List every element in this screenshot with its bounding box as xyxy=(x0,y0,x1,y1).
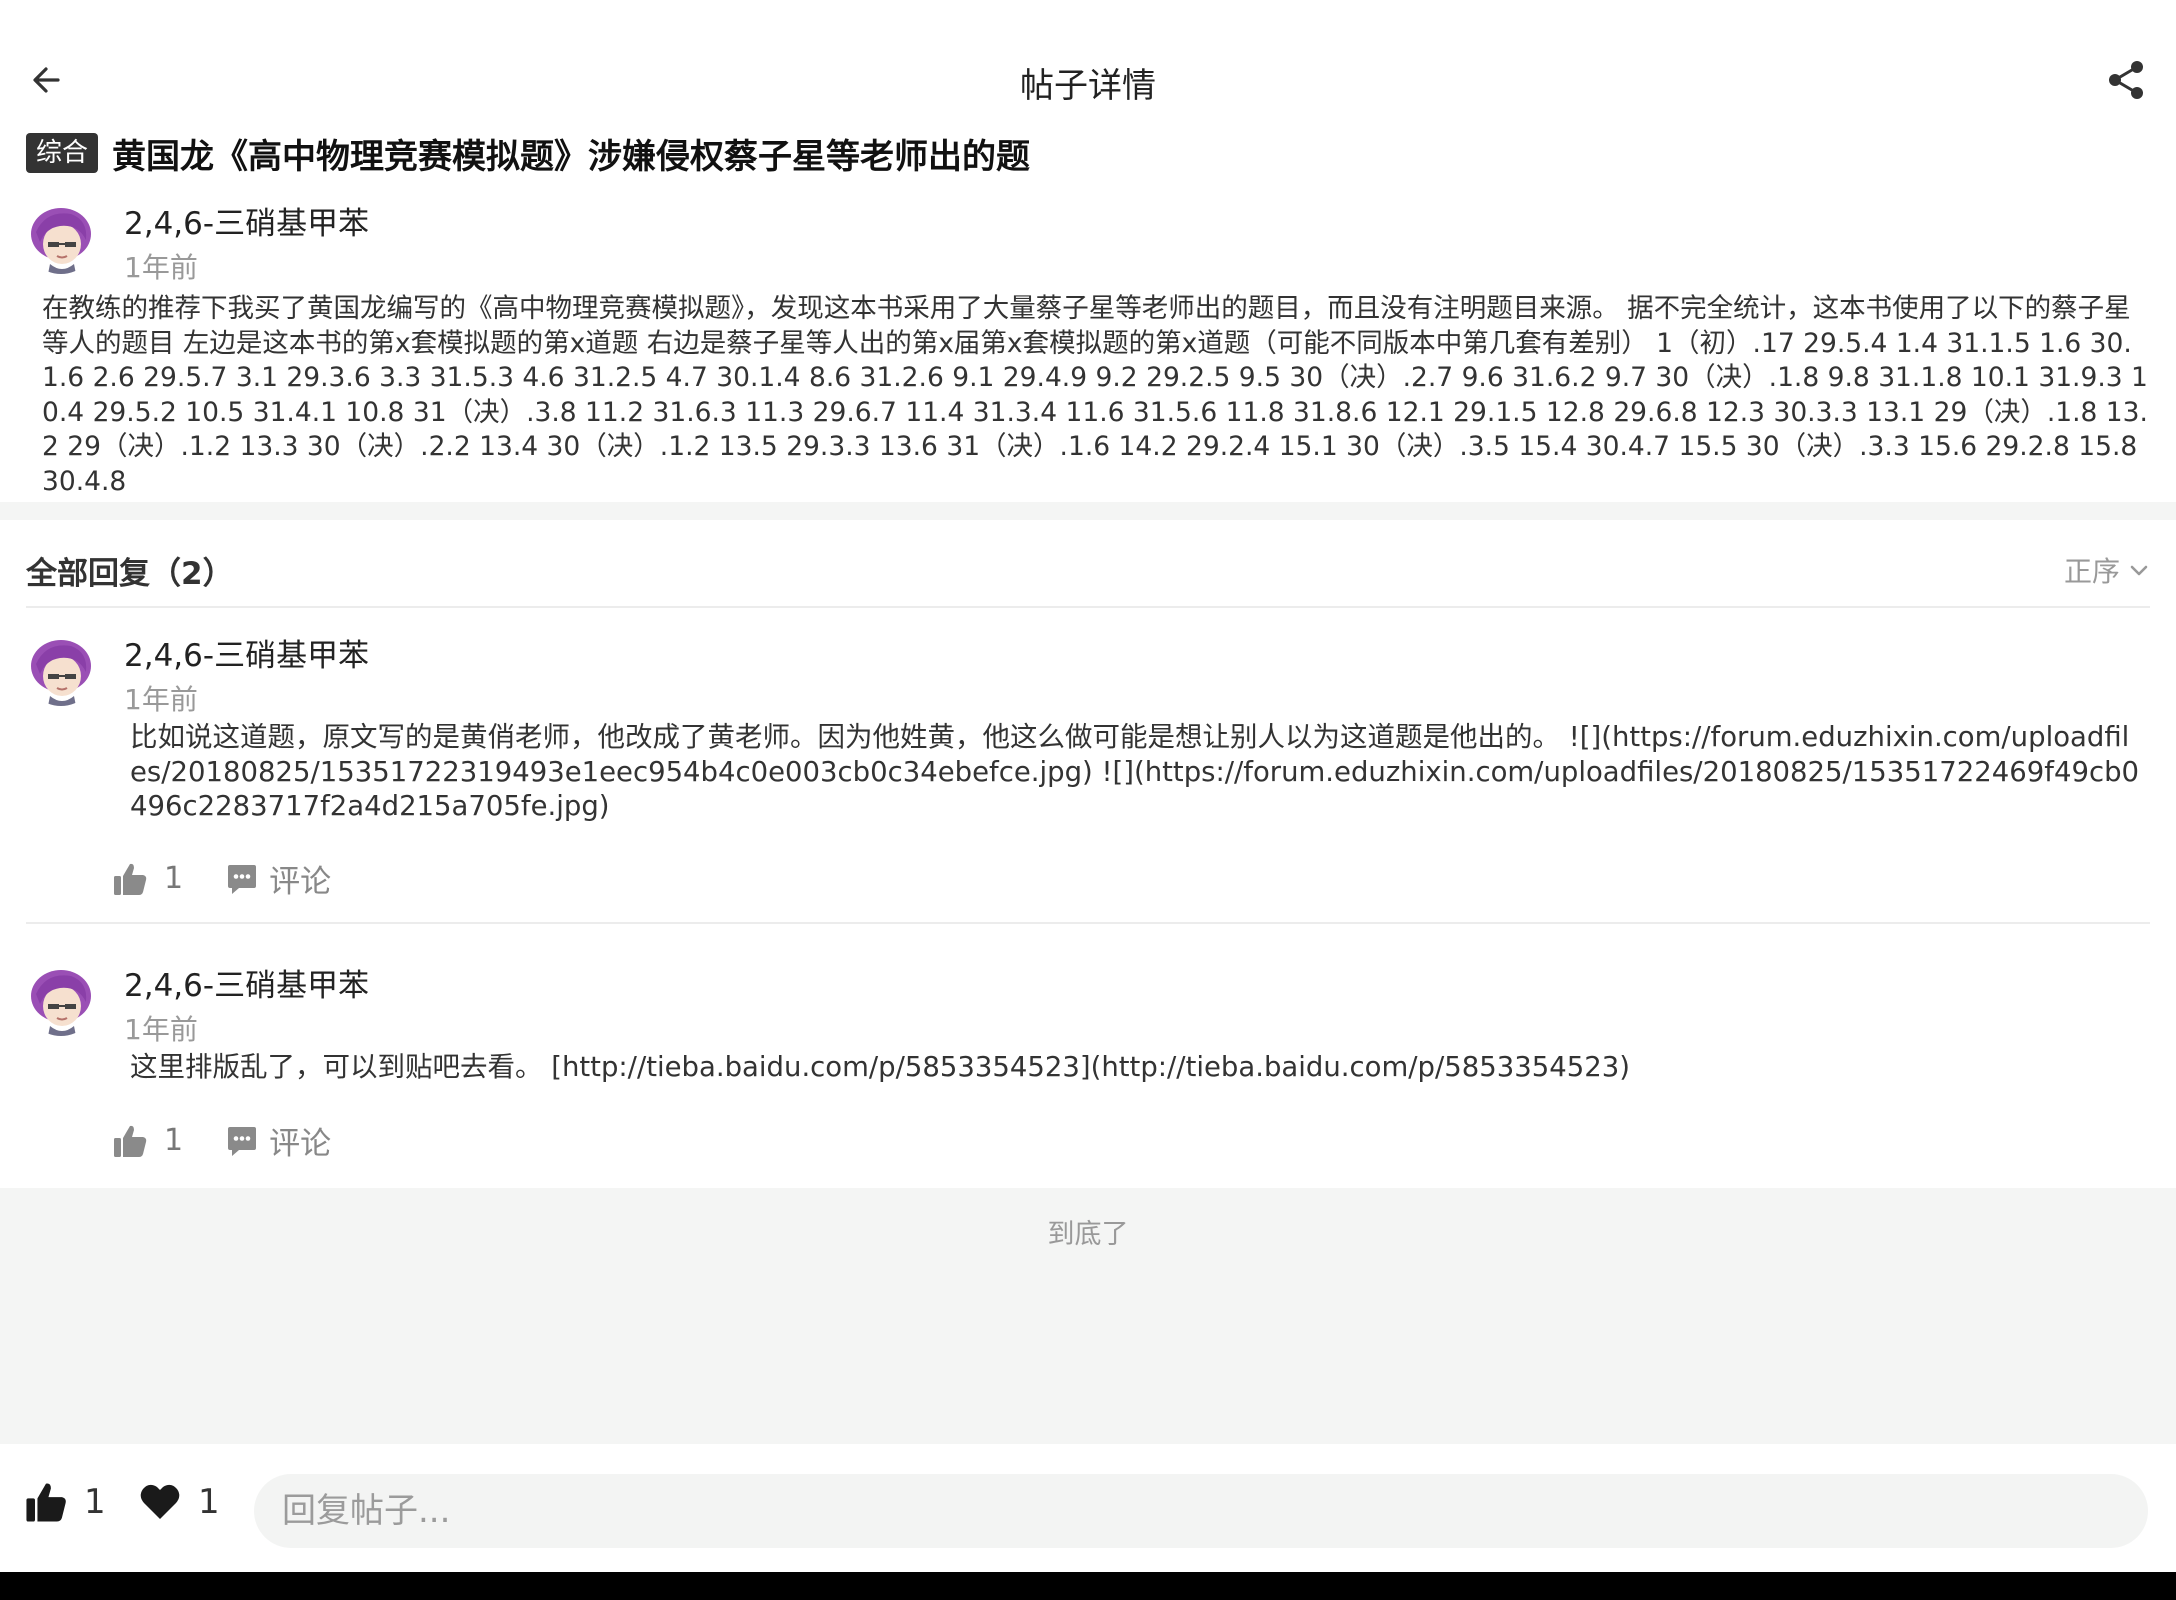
thumbs-up-icon xyxy=(114,863,147,895)
post-author[interactable]: 2,4,6-三硝基甲苯 1年前 xyxy=(26,204,369,288)
comment-bubble-icon xyxy=(228,1126,257,1156)
section-divider xyxy=(0,502,2176,520)
thumbs-up-icon xyxy=(114,1125,147,1157)
author-name[interactable]: 2,4,6-三硝基甲苯 xyxy=(124,204,369,244)
post-like-count: 1 xyxy=(84,1482,106,1522)
share-button[interactable] xyxy=(2104,58,2148,102)
chevron-down-icon xyxy=(2130,565,2148,576)
favorite-count: 1 xyxy=(198,1482,220,1522)
comment-label: 评论 xyxy=(269,864,332,900)
like-count: 1 xyxy=(164,1123,184,1158)
reply-author[interactable]: 2,4,6-三硝基甲苯 1年前 xyxy=(26,636,369,720)
post-title: 黄国龙《高中物理竞赛模拟题》涉嫌侵权蔡子星等老师出的题 xyxy=(112,136,1031,177)
avatar[interactable] xyxy=(26,636,96,706)
avatar-image-icon xyxy=(26,636,96,706)
divider xyxy=(26,606,2150,608)
like-button[interactable]: 1 xyxy=(112,1123,183,1159)
comment-bubble-icon xyxy=(228,864,257,894)
author-name[interactable]: 2,4,6-三硝基甲苯 xyxy=(124,966,369,1006)
divider xyxy=(26,922,2150,924)
system-navigation-bar xyxy=(0,1572,2176,1600)
avatar[interactable] xyxy=(26,204,96,274)
reply-author[interactable]: 2,4,6-三硝基甲苯 1年前 xyxy=(26,966,369,1050)
reply-time: 1年前 xyxy=(124,1013,198,1046)
reply-content: 这里排版乱了，可以到贴吧去看。 [http://tieba.baidu.com/… xyxy=(130,1051,1630,1083)
replies-count-label: 全部回复（2） xyxy=(26,555,234,592)
post-like-button[interactable]: 1 xyxy=(24,1480,106,1524)
replies-header: 全部回复（2） 正序 xyxy=(26,534,2150,606)
reply-time: 1年前 xyxy=(124,683,198,716)
reply-actions: 1 评论 xyxy=(112,1118,331,1163)
bottom-action-bar: 1 1 xyxy=(0,1444,2176,1572)
reply-actions: 1 评论 xyxy=(112,856,331,901)
sort-order-label: 正序 xyxy=(2063,555,2120,588)
comment-button[interactable]: 评论 xyxy=(225,1118,331,1163)
like-button[interactable]: 1 xyxy=(112,861,183,897)
like-count: 1 xyxy=(164,861,184,896)
post-content: 在教练的推荐下我买了黄国龙编写的《高中物理竞赛模拟题》，发现这本书采用了大量蔡子… xyxy=(42,293,2148,497)
list-end-area: 到底了 xyxy=(0,1188,2176,1444)
comment-label: 评论 xyxy=(269,1126,332,1162)
post-time: 1年前 xyxy=(124,251,198,284)
thumbs-up-icon xyxy=(26,1483,66,1522)
avatar-image-icon xyxy=(26,204,96,274)
avatar[interactable] xyxy=(26,966,96,1036)
post-title-row: 综合 黄国龙《高中物理竞赛模拟题》涉嫌侵权蔡子星等老师出的题 xyxy=(26,130,1031,177)
end-of-list-text: 到底了 xyxy=(1047,1219,1129,1250)
category-tag: 综合 xyxy=(26,133,99,173)
favorite-button[interactable]: 1 xyxy=(138,1480,220,1524)
comment-button[interactable]: 评论 xyxy=(225,856,331,901)
reply-input[interactable] xyxy=(254,1474,2148,1548)
sort-order-dropdown[interactable]: 正序 xyxy=(2064,550,2150,590)
heart-icon xyxy=(140,1484,180,1519)
reply-content: 比如说这道题，原文写的是黄俏老师，他改成了黄老师。因为他姓黄，他这么做可能是想让… xyxy=(130,721,2140,822)
share-icon xyxy=(2109,61,2143,99)
page-title: 帖子详情 xyxy=(1020,66,1156,106)
avatar-image-icon xyxy=(26,966,96,1036)
author-name[interactable]: 2,4,6-三硝基甲苯 xyxy=(124,636,369,676)
